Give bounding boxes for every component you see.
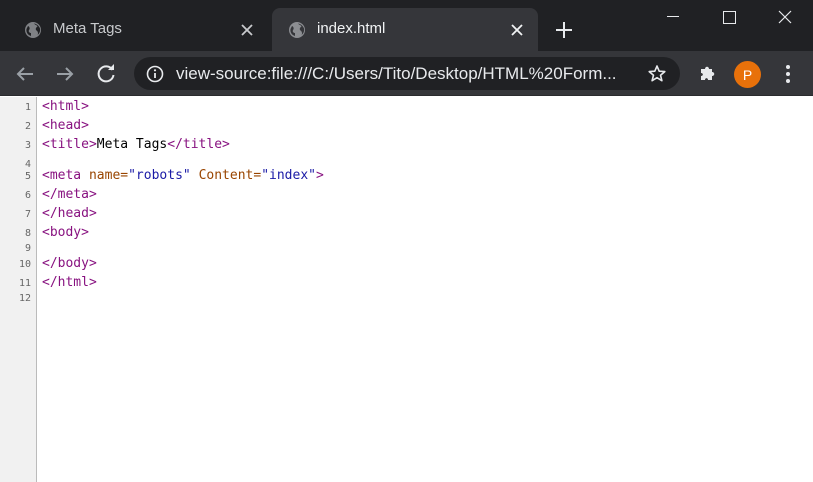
address-bar[interactable]: view-source:file:///C:/Users/Tito/Deskto… [134, 57, 680, 90]
line-number: 1 [24, 102, 31, 113]
code-token: </meta> [42, 187, 97, 202]
line-number: 7 [24, 209, 31, 220]
tab-title: Meta Tags [53, 20, 122, 37]
close-icon[interactable] [238, 21, 256, 39]
star-icon[interactable] [647, 64, 667, 84]
source-line: 12 [0, 290, 813, 306]
code-token: <meta [42, 168, 89, 183]
tab-strip: Meta Tags index.html [0, 0, 813, 51]
code-token: <head> [42, 118, 89, 133]
globe-icon [25, 22, 41, 38]
code-text: </body> [42, 256, 97, 272]
code-token: name= [88, 168, 129, 183]
line-number: 3 [24, 140, 31, 151]
code-token: "index" [261, 168, 316, 183]
plus-icon[interactable] [553, 19, 575, 41]
globe-icon [289, 22, 305, 38]
code-text: </html> [42, 275, 97, 291]
back-icon[interactable] [13, 62, 37, 86]
code-text: <meta name="robots" Content="index"> [42, 168, 324, 184]
source-line: 6 </meta> [0, 187, 813, 203]
line-number: 11 [18, 278, 31, 289]
code-token: </title> [167, 137, 230, 152]
avatar[interactable]: P [734, 61, 761, 88]
code-token: <body> [42, 225, 89, 240]
line-number: 2 [24, 121, 31, 132]
code-text: <html> [42, 99, 89, 115]
code-token: "robots" [128, 168, 191, 183]
reload-icon[interactable] [94, 62, 118, 86]
code-token: </body> [42, 256, 97, 271]
code-text: <title>Meta Tags</title> [42, 137, 230, 153]
more-vert-icon[interactable] [778, 62, 798, 86]
minimize-icon[interactable] [645, 0, 701, 34]
tab-title: index.html [317, 20, 386, 37]
source-line: 5 <meta name="robots" Content="index"> [0, 168, 813, 184]
line-number: 9 [24, 243, 31, 254]
source-line: 8 <body> [0, 225, 813, 241]
source-line: 2 <head> [0, 118, 813, 134]
toolbar: view-source:file:///C:/Users/Tito/Deskto… [0, 51, 813, 96]
code-text: </head> [42, 206, 97, 222]
maximize-icon[interactable] [701, 0, 757, 34]
code-token: > [315, 168, 324, 183]
code-text: <body> [42, 225, 89, 241]
source-line: 10 </body> [0, 256, 813, 272]
source-line: 3 <title>Meta Tags</title> [0, 137, 813, 153]
code-token: Meta Tags [96, 137, 168, 152]
close-icon[interactable] [508, 21, 526, 39]
code-text: <head> [42, 118, 89, 134]
code-token: <html> [42, 99, 89, 114]
tab-index-html[interactable]: index.html [272, 8, 538, 51]
code-token: </head> [42, 206, 97, 221]
info-icon[interactable] [146, 65, 164, 83]
code-text: </meta> [42, 187, 97, 203]
line-number: 8 [24, 228, 31, 239]
line-number: 5 [24, 171, 31, 182]
code-token: </html> [42, 275, 97, 290]
code-token: Content= [198, 168, 262, 183]
url-text[interactable]: view-source:file:///C:/Users/Tito/Deskto… [176, 64, 636, 84]
source-line: 7 </head> [0, 206, 813, 222]
line-number: 10 [18, 259, 31, 270]
line-number: 6 [24, 190, 31, 201]
close-icon[interactable] [757, 0, 813, 34]
puzzle-icon[interactable] [697, 62, 719, 84]
tab-meta-tags[interactable]: Meta Tags [8, 8, 268, 51]
source-line: 9 [0, 240, 813, 256]
source-view: 1 <html> 2 <head> 3 <title>Meta Tags</title> 4… [0, 97, 813, 482]
code-token: <title> [42, 137, 97, 152]
source-line: 11 </html> [0, 275, 813, 291]
source-line: 1 <html> [0, 99, 813, 115]
forward-icon[interactable] [53, 62, 77, 86]
line-number: 12 [18, 293, 31, 304]
